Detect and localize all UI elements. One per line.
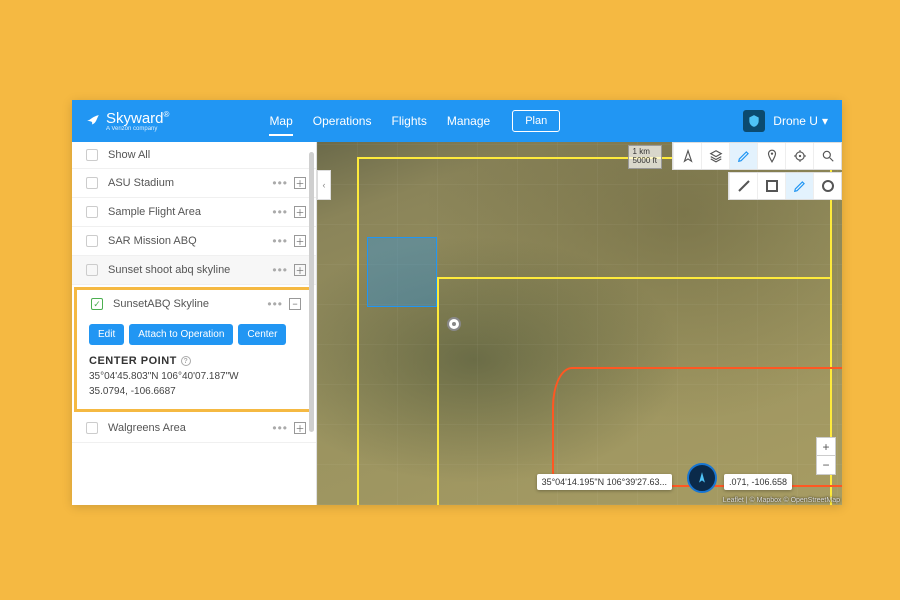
more-icon[interactable]: ••• — [272, 421, 288, 435]
list-item[interactable]: ASU Stadium ••• ＋ — [72, 169, 316, 198]
center-button[interactable]: Center — [238, 324, 286, 345]
draw-tool-icon[interactable] — [729, 143, 757, 169]
flight-area-shape[interactable] — [367, 237, 437, 307]
app-header: Skyward® A Verizon company Map Operation… — [72, 100, 842, 142]
cursor-coords-dec: .071, -106.658 — [724, 474, 792, 490]
expand-icon[interactable]: ＋ — [294, 206, 306, 218]
center-point-decimal: 35.0794, -106.6687 — [89, 386, 299, 397]
nav-map[interactable]: Map — [259, 100, 302, 142]
brand-name: Skyward — [106, 110, 164, 127]
center-point-label: CENTER POINT — [89, 355, 177, 367]
checkbox[interactable] — [86, 422, 98, 434]
list-label: Show All — [108, 149, 306, 161]
more-icon[interactable]: ••• — [272, 176, 288, 190]
zoom-in-button[interactable]: + — [817, 438, 835, 456]
user-menu[interactable]: Drone U ▾ — [773, 114, 828, 128]
brand-tagline: A Verizon company — [106, 126, 169, 132]
list-item-selected[interactable]: ✓ SunsetABQ Skyline •••− — [77, 290, 311, 318]
list-item[interactable]: SAR Mission ABQ ••• ＋ — [72, 227, 316, 256]
compass-tool-icon[interactable] — [673, 143, 701, 169]
action-buttons: Edit Attach to Operation Center — [89, 324, 299, 345]
center-point-pin[interactable] — [447, 317, 461, 331]
collapse-icon[interactable]: − — [289, 298, 301, 310]
selected-area-card: ✓ SunsetABQ Skyline •••− Edit Attach to … — [74, 287, 314, 412]
list-item-show-all[interactable]: Show All — [72, 142, 316, 169]
map-canvas[interactable]: ‹ 1 km 5000 ft — [317, 142, 842, 505]
list-item[interactable]: Sunset shoot abq skyline ••• ＋ — [72, 256, 316, 285]
expand-icon[interactable]: ＋ — [294, 177, 306, 189]
nav-operations[interactable]: Operations — [303, 100, 382, 142]
north-arrow-icon — [695, 471, 709, 485]
more-icon[interactable]: ••• — [272, 234, 288, 248]
circle-shape-icon[interactable] — [813, 173, 841, 199]
bird-icon — [86, 114, 100, 128]
expand-icon[interactable]: ＋ — [294, 422, 306, 434]
card-body: Edit Attach to Operation Center CENTER P… — [77, 318, 311, 409]
map-scale: 1 km 5000 ft — [628, 145, 662, 169]
more-icon[interactable]: ••• — [267, 297, 283, 311]
org-avatar[interactable] — [743, 110, 765, 132]
list-label: Walgreens Area — [108, 422, 272, 434]
attach-button[interactable]: Attach to Operation — [129, 324, 233, 345]
map-toolbar — [672, 142, 842, 170]
center-point-heading: CENTER POINT ? — [89, 355, 299, 367]
nav-flights[interactable]: Flights — [381, 100, 436, 142]
list-label: Sunset shoot abq skyline — [108, 264, 272, 276]
pin-tool-icon[interactable] — [757, 143, 785, 169]
search-tool-icon[interactable] — [813, 143, 841, 169]
scale-ft: 5000 ft — [633, 157, 657, 166]
scrollbar[interactable] — [309, 152, 314, 432]
help-icon[interactable]: ? — [181, 356, 191, 366]
plan-button[interactable]: Plan — [512, 110, 560, 132]
rect-shape-icon[interactable] — [757, 173, 785, 199]
expand-icon[interactable]: ＋ — [294, 235, 306, 247]
layers-tool-icon[interactable] — [701, 143, 729, 169]
checkbox-checked[interactable]: ✓ — [91, 298, 103, 310]
pencil-shape-icon[interactable] — [785, 173, 813, 199]
line-shape-icon[interactable] — [729, 173, 757, 199]
north-compass[interactable] — [687, 463, 717, 493]
app-window: Skyward® A Verizon company Map Operation… — [72, 100, 842, 505]
edit-button[interactable]: Edit — [89, 324, 124, 345]
chevron-down-icon: ▾ — [822, 114, 828, 128]
zoom-control: + − — [816, 437, 836, 475]
list-label: SunsetABQ Skyline — [113, 298, 267, 310]
cursor-coords-dms: 35°04'14.195"N 106°39'27.63... — [537, 474, 672, 490]
checkbox[interactable] — [86, 206, 98, 218]
checkbox[interactable] — [86, 149, 98, 161]
more-icon[interactable]: ••• — [272, 205, 288, 219]
list-item[interactable]: Sample Flight Area ••• ＋ — [72, 198, 316, 227]
checkbox[interactable] — [86, 177, 98, 189]
center-point-dms: 35°04'45.803"N 106°40'07.187"W — [89, 371, 299, 382]
user-name-label: Drone U — [773, 114, 818, 128]
checkbox[interactable] — [86, 264, 98, 276]
header-right: Drone U ▾ — [743, 110, 828, 132]
checkbox[interactable] — [86, 235, 98, 247]
brand-logo[interactable]: Skyward® A Verizon company — [86, 110, 169, 132]
main-nav: Map Operations Flights Manage Plan — [259, 100, 560, 142]
more-icon[interactable]: ••• — [272, 263, 288, 277]
nav-manage[interactable]: Manage — [437, 100, 500, 142]
expand-icon[interactable]: ＋ — [294, 264, 306, 276]
list-label: Sample Flight Area — [108, 206, 272, 218]
zoom-out-button[interactable]: − — [817, 456, 835, 474]
app-body: Show All ASU Stadium ••• ＋ Sample Flight … — [72, 142, 842, 505]
flight-areas-sidebar: Show All ASU Stadium ••• ＋ Sample Flight … — [72, 142, 317, 505]
list-item[interactable]: Walgreens Area ••• ＋ — [72, 414, 316, 443]
collapse-sidebar-button[interactable]: ‹ — [317, 170, 331, 200]
avatar-icon — [747, 114, 761, 128]
locate-tool-icon[interactable] — [785, 143, 813, 169]
list-label: SAR Mission ABQ — [108, 235, 272, 247]
list-label: ASU Stadium — [108, 177, 272, 189]
map-attribution: Leaflet | © Mapbox © OpenStreetMap — [723, 497, 840, 504]
shape-toolbar — [728, 172, 842, 200]
